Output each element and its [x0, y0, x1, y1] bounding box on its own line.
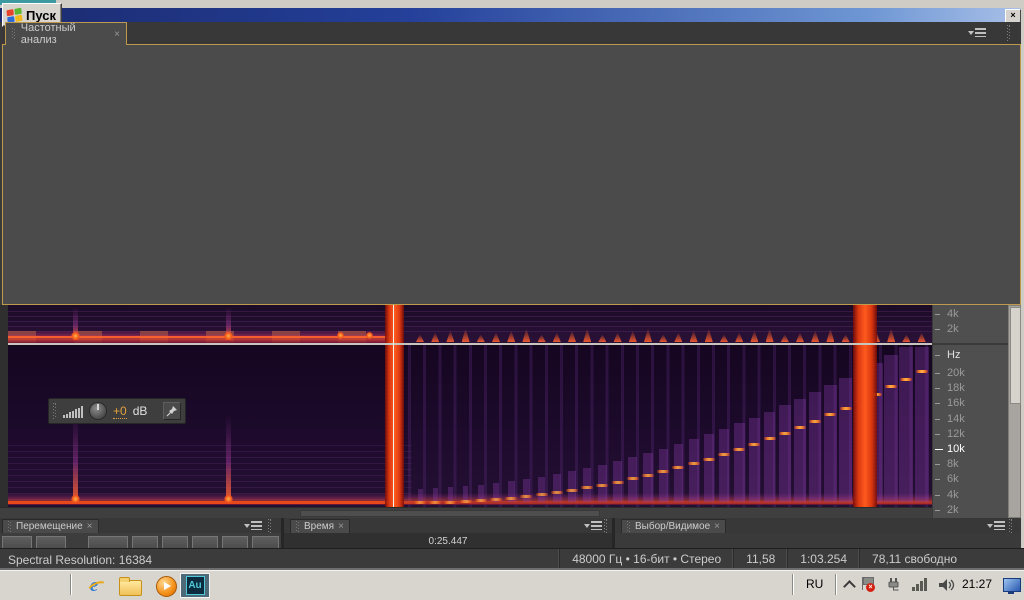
scale-label-20k: 20k [933, 367, 1009, 380]
vertical-scrollbar-thumb[interactable] [1010, 307, 1021, 404]
time-panel-group: Время × 0:25.447 [284, 518, 612, 548]
freq-panel-tabstrip [2, 22, 1021, 44]
file-format-text: 48000 Гц • 16-бит • Стерео [559, 549, 733, 571]
playhead-line[interactable] [393, 305, 394, 507]
pin-icon [166, 405, 178, 417]
network-signal-icon[interactable] [912, 577, 927, 591]
transport-button[interactable] [88, 536, 128, 548]
panel-menu-icon[interactable] [968, 28, 986, 37]
horizontal-scrollbar-thumb[interactable] [300, 510, 600, 517]
gain-value[interactable]: +0 [113, 404, 127, 419]
tab-frequency-analysis-label: Частотный анализ [21, 22, 109, 46]
windows-logo-icon [6, 7, 22, 23]
tab-close-icon[interactable]: × [114, 29, 120, 40]
free-space-text: 78,11 свободно [859, 549, 969, 571]
window-top-edge [0, 0, 1024, 8]
action-center-flag-icon[interactable]: × [860, 576, 875, 592]
tab-close-icon[interactable]: × [714, 521, 720, 532]
transport-buttons-row [0, 533, 281, 548]
tab-close-icon[interactable]: × [338, 521, 344, 532]
tab-time[interactable]: Время × [290, 519, 350, 533]
screen: × Частотный анализ × Масштаб: Линейный О… [0, 0, 1024, 600]
gain-overlay-widget[interactable]: +0 dB [48, 398, 186, 424]
freq-panel-body [2, 44, 1021, 305]
scale-label-Hz: Hz [933, 349, 1009, 362]
time-readout: 0:25.447 [284, 536, 612, 547]
scale-label-4k: 4k [933, 308, 1009, 321]
panel-menu-icon[interactable] [244, 521, 262, 530]
safely-remove-hardware-icon[interactable] [886, 577, 902, 595]
gain-unit-label: dB [133, 404, 148, 418]
start-button-label: Пуск [26, 8, 56, 23]
transport-button[interactable] [36, 536, 66, 548]
show-desktop-button[interactable] [1001, 571, 1022, 599]
tab-grip-icon[interactable] [627, 521, 631, 533]
transport-button[interactable] [252, 536, 279, 548]
transport-button[interactable] [132, 536, 158, 548]
spectrogram-event-bar [385, 305, 404, 507]
audition-icon: Au [186, 576, 205, 595]
widget-grip-icon[interactable] [53, 403, 57, 419]
tab-grip-icon[interactable] [296, 521, 300, 533]
transport-button[interactable] [192, 536, 218, 548]
scale-label-6k: 6k [933, 473, 1009, 486]
vertical-scrollbar[interactable] [1008, 305, 1021, 518]
folder-icon[interactable] [118, 575, 142, 597]
status-value-1: 11,58 [733, 549, 787, 571]
selection-panel-group: Выбор/Видимое × [615, 518, 1021, 548]
scale-label-4k: 4k [933, 489, 1009, 502]
status-value-2: 1:03.254 [787, 549, 859, 571]
tab-close-icon[interactable]: × [87, 521, 93, 532]
media-player-icon[interactable] [154, 575, 178, 597]
scale-label-14k: 14k [933, 413, 1009, 426]
spectral-resolution-text: Spectral Resolution: 16384 [8, 553, 152, 567]
scale-label-2k: 2k [933, 504, 1009, 517]
spectrogram-event-bar [853, 305, 877, 507]
tab-grip-icon[interactable] [8, 521, 12, 533]
scale-label-2k: 2k [933, 323, 1009, 336]
tab-selection-view[interactable]: Выбор/Видимое × [621, 519, 726, 533]
clock[interactable]: 21:27 [962, 577, 992, 591]
scale-label-16k: 16k [933, 397, 1009, 410]
tab-transport[interactable]: Перемещение × [2, 519, 99, 533]
scale-label-8k: 8k [933, 458, 1009, 471]
panel-menu-icon[interactable] [584, 521, 602, 530]
panel-drag-grip-icon[interactable] [1007, 25, 1011, 41]
status-bar: Spectral Resolution: 16384 48000 Гц • 16… [0, 548, 1024, 570]
monitor-icon [1003, 578, 1021, 592]
spectrogram-frequency-scale[interactable]: 4k 2k Hz 20k 18k 16k 14k 12k 10k 8k 6k 4k 2k [932, 305, 1008, 518]
speaker-icon[interactable] [938, 578, 955, 595]
spectrogram-left-margin [0, 305, 8, 507]
channel-divider [8, 343, 932, 345]
window-titlebar [0, 8, 1024, 22]
transport-button[interactable] [2, 536, 32, 548]
time-panel-content: 0:25.447 [284, 533, 612, 548]
horizontal-scrollbar[interactable] [0, 507, 932, 518]
selection-panel-content [615, 533, 1021, 548]
transport-panel-group: Перемещение × [0, 518, 281, 548]
scale-label-12k: 12k [933, 428, 1009, 441]
scale-label-18k: 18k [933, 382, 1009, 395]
transport-button[interactable] [162, 536, 188, 548]
level-bars-icon [63, 405, 83, 418]
scale-label-10k: 10k [933, 443, 1009, 456]
panel-menu-icon[interactable] [987, 521, 1005, 530]
gain-knob[interactable] [89, 402, 107, 420]
audition-task-button[interactable]: Au [180, 573, 210, 598]
transport-button[interactable] [222, 536, 248, 548]
window-close-button[interactable]: × [1005, 9, 1021, 23]
tab-grip-icon[interactable] [12, 28, 16, 40]
internet-explorer-icon[interactable]: e [82, 575, 106, 597]
pin-button[interactable] [163, 402, 181, 420]
language-indicator[interactable]: RU [806, 577, 823, 591]
tab-frequency-analysis[interactable]: Частотный анализ × [5, 22, 127, 45]
